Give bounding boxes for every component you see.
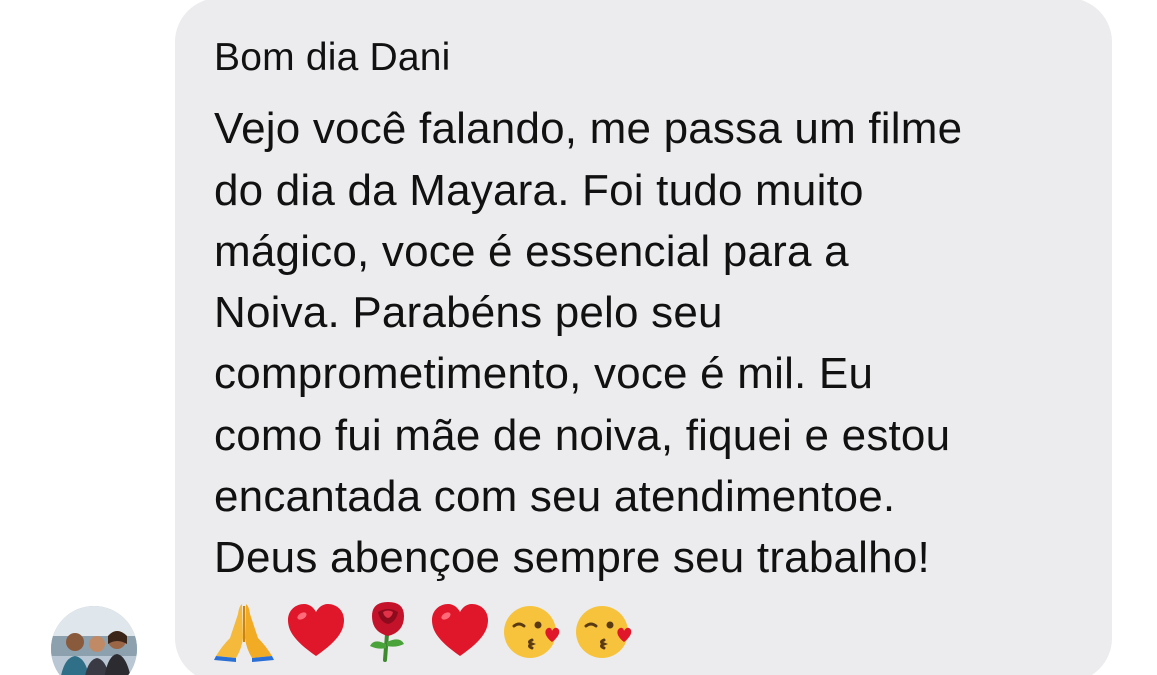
message-line: Noiva. Parabéns pelo seu	[214, 288, 723, 337]
message-line: encantada com seu atendimentoe.	[214, 472, 896, 521]
sender-avatar[interactable]	[51, 606, 137, 675]
emoji-row	[212, 596, 636, 664]
chat-view: Bom dia Dani Vejo você falando, me passa…	[0, 0, 1157, 675]
message-line: Deus abençoe sempre seu trabalho!	[214, 533, 930, 582]
face-blowing-kiss-icon	[576, 606, 632, 658]
avatar-photo	[51, 606, 137, 675]
red-heart-icon	[432, 604, 488, 656]
praying-hands-icon	[214, 604, 274, 662]
red-heart-icon	[288, 604, 344, 656]
message-greeting: Bom dia Dani	[214, 36, 451, 79]
message-line: mágico, voce é essencial para a	[214, 227, 849, 276]
message-line: como fui mãe de noiva, fiquei e estou	[214, 411, 951, 460]
red-rose-icon	[370, 602, 404, 662]
message-line: comprometimento, voce é mil. Eu	[214, 349, 874, 398]
message-line: do dia da Mayara. Foi tudo muito	[214, 166, 864, 215]
face-blowing-kiss-icon	[504, 606, 560, 658]
message-line: Vejo você falando, me passa um filme	[214, 104, 963, 153]
